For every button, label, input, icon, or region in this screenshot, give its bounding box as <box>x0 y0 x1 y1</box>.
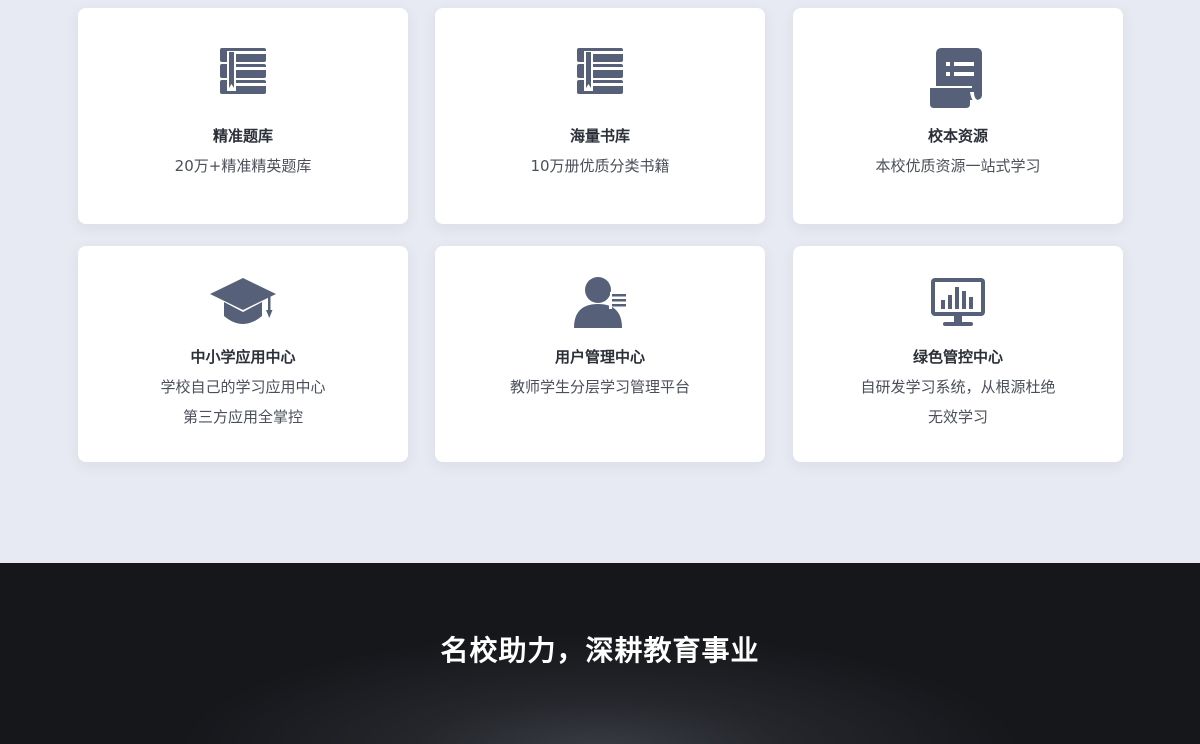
monitor-chart-icon <box>793 276 1123 328</box>
feature-description-line: 10万册优质分类书籍 <box>530 157 670 175</box>
feature-card-green-control[interactable]: 绿色管控中心 自研发学习系统，从根源杜绝 无效学习 <box>793 246 1123 462</box>
feature-title: 精准题库 <box>212 127 273 145</box>
graduation-cap-icon <box>78 276 408 328</box>
feature-description: 本校优质资源一站式学习 <box>793 151 1123 181</box>
book-stack-icon <box>78 48 408 94</box>
feature-title: 用户管理中心 <box>554 348 645 366</box>
feature-title: 校本资源 <box>927 127 988 145</box>
feature-description: 学校自己的学习应用中心 第三方应用全掌控 <box>78 372 408 432</box>
feature-description: 教师学生分层学习管理平台 <box>435 372 765 402</box>
feature-card-app-center[interactable]: 中小学应用中心 学校自己的学习应用中心 第三方应用全掌控 <box>78 246 408 462</box>
feature-description: 10万册优质分类书籍 <box>435 151 765 181</box>
feature-description: 20万+精准精英题库 <box>78 151 408 181</box>
features-section: 精准题库 20万+精准精英题库 海量书库 10万册优质分类书籍 校本资源 本校优… <box>0 0 1200 563</box>
feature-title: 中小学应用中心 <box>190 348 296 366</box>
feature-title: 海量书库 <box>569 127 630 145</box>
feature-description-line: 20万+精准精英题库 <box>174 157 312 175</box>
scroll-list-icon <box>793 48 1123 108</box>
page: 精准题库 20万+精准精英题库 海量书库 10万册优质分类书籍 校本资源 本校优… <box>0 0 1200 744</box>
feature-card-school-resources[interactable]: 校本资源 本校优质资源一站式学习 <box>793 8 1123 224</box>
feature-description: 自研发学习系统，从根源杜绝 无效学习 <box>793 372 1123 432</box>
feature-title: 绿色管控中心 <box>912 348 1003 366</box>
feature-description-line: 第三方应用全掌控 <box>182 408 303 426</box>
feature-description-line: 自研发学习系统，从根源杜绝 <box>860 378 1056 396</box>
feature-card-user-management[interactable]: 用户管理中心 教师学生分层学习管理平台 <box>435 246 765 462</box>
user-list-icon <box>435 276 765 328</box>
feature-description-line: 无效学习 <box>927 408 988 426</box>
promo-banner: 名校助力，深耕教育事业 <box>0 563 1200 744</box>
feature-description-line: 教师学生分层学习管理平台 <box>509 378 690 396</box>
feature-card-library[interactable]: 海量书库 10万册优质分类书籍 <box>435 8 765 224</box>
book-stack-icon <box>435 48 765 94</box>
banner-title: 名校助力，深耕教育事业 <box>440 634 760 667</box>
feature-card-question-bank[interactable]: 精准题库 20万+精准精英题库 <box>78 8 408 224</box>
feature-description-line: 学校自己的学习应用中心 <box>160 378 326 396</box>
feature-description-line: 本校优质资源一站式学习 <box>875 157 1041 175</box>
